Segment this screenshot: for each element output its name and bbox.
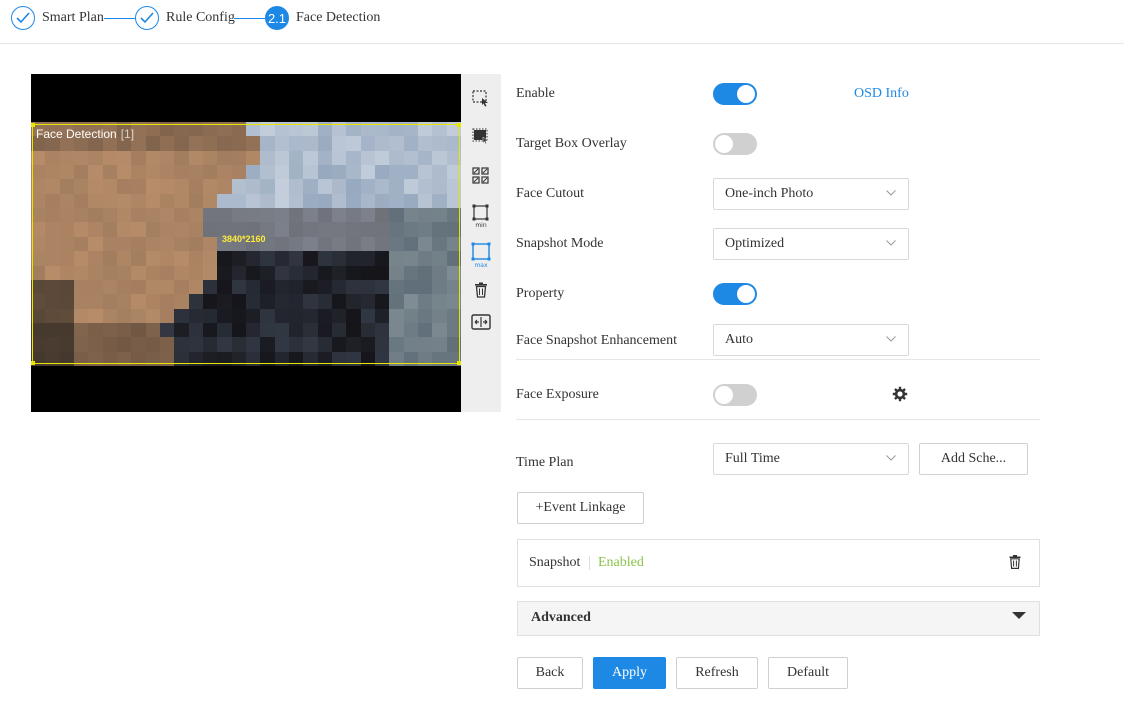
draw-region-icon[interactable] bbox=[471, 126, 491, 146]
toggle-knob bbox=[737, 285, 755, 303]
step-label: Rule Config bbox=[166, 10, 235, 25]
chevron-down-icon bbox=[886, 240, 896, 246]
detection-region[interactable] bbox=[31, 123, 461, 365]
chevron-down-icon bbox=[886, 455, 896, 461]
snapshot-status: Enabled bbox=[598, 555, 644, 570]
select-value: Auto bbox=[725, 332, 753, 347]
toggle-knob bbox=[715, 135, 733, 153]
delete-icon[interactable] bbox=[1009, 555, 1021, 569]
roi-name: Face Detection bbox=[36, 127, 117, 141]
event-linkage-button[interactable]: +Event Linkage bbox=[517, 492, 644, 524]
snapshot-mode-label: Snapshot Mode bbox=[516, 236, 604, 251]
expand-icon[interactable] bbox=[471, 312, 491, 332]
step-connector bbox=[104, 18, 135, 19]
select-value: Full Time bbox=[725, 451, 780, 466]
enable-label: Enable bbox=[516, 86, 555, 101]
max-size-icon[interactable]: max bbox=[471, 242, 491, 268]
step-connector bbox=[234, 18, 265, 19]
apply-button[interactable]: Apply bbox=[593, 657, 666, 689]
select-region-icon[interactable] bbox=[471, 88, 491, 108]
face-cutout-label: Face Cutout bbox=[516, 186, 585, 201]
face-snapshot-enhancement-label: Face Snapshot Enhancement bbox=[516, 333, 677, 348]
step-number: 2.1 bbox=[265, 6, 289, 30]
delete-icon[interactable] bbox=[471, 280, 491, 300]
select-value: One-inch Photo bbox=[725, 186, 814, 201]
face-exposure-label: Face Exposure bbox=[516, 387, 599, 402]
add-schedule-button[interactable]: Add Sche... bbox=[919, 443, 1028, 475]
target-box-overlay-label: Target Box Overlay bbox=[516, 136, 627, 151]
face-exposure-toggle[interactable] bbox=[713, 384, 757, 406]
wizard-stepper: Smart Plan Rule Config 2.1 Face Detectio… bbox=[0, 0, 1124, 44]
select-value: Optimized bbox=[725, 236, 785, 251]
face-snapshot-enhancement-select[interactable]: Auto bbox=[713, 324, 909, 356]
snapshot-linkage-card: Snapshot Enabled bbox=[517, 539, 1040, 587]
default-button[interactable]: Default bbox=[768, 657, 848, 689]
property-label: Property bbox=[516, 286, 565, 301]
check-icon bbox=[11, 6, 35, 30]
section-divider bbox=[516, 419, 1040, 420]
section-divider bbox=[516, 359, 1040, 360]
back-button[interactable]: Back bbox=[517, 657, 583, 689]
snapshot-mode-select[interactable]: Optimized bbox=[713, 228, 909, 260]
step-label: Face Detection bbox=[296, 10, 381, 25]
resize-handle[interactable] bbox=[31, 123, 35, 127]
face-cutout-select[interactable]: One-inch Photo bbox=[713, 178, 909, 210]
step-rule-config[interactable]: Rule Config bbox=[135, 5, 235, 31]
toggle-knob bbox=[737, 85, 755, 103]
toggle-knob bbox=[715, 386, 733, 404]
snapshot-label: Snapshot bbox=[529, 555, 581, 570]
check-icon bbox=[135, 6, 159, 30]
osd-info-link[interactable]: OSD Info bbox=[854, 86, 909, 102]
resolution-label: 3840*2160 bbox=[222, 234, 266, 244]
vertical-divider bbox=[589, 556, 590, 570]
chevron-down-icon bbox=[886, 336, 896, 342]
step-label: Smart Plan bbox=[42, 10, 104, 25]
enable-toggle[interactable] bbox=[713, 83, 757, 105]
max-text: max bbox=[474, 262, 488, 268]
step-face-detection[interactable]: 2.1 Face Detection bbox=[265, 5, 380, 31]
step-smart-plan[interactable]: Smart Plan bbox=[11, 5, 104, 31]
gear-icon[interactable] bbox=[892, 386, 908, 402]
roi-label: Face Detection [1] bbox=[36, 127, 134, 141]
advanced-label: Advanced bbox=[531, 610, 591, 625]
time-plan-select[interactable]: Full Time bbox=[713, 443, 909, 475]
chevron-down-icon bbox=[1012, 612, 1026, 619]
refresh-button[interactable]: Refresh bbox=[676, 657, 758, 689]
grid-icon[interactable] bbox=[471, 166, 491, 186]
min-text: min bbox=[475, 222, 487, 228]
time-plan-label: Time Plan bbox=[516, 455, 574, 470]
drawing-toolbar: min max bbox=[461, 74, 501, 412]
advanced-collapse[interactable]: Advanced bbox=[517, 601, 1040, 636]
resize-handle[interactable] bbox=[31, 361, 35, 365]
chevron-down-icon bbox=[886, 190, 896, 196]
roi-index: [1] bbox=[120, 127, 135, 141]
min-size-icon[interactable]: min bbox=[471, 204, 491, 228]
target-box-overlay-toggle[interactable] bbox=[713, 133, 757, 155]
property-toggle[interactable] bbox=[713, 283, 757, 305]
